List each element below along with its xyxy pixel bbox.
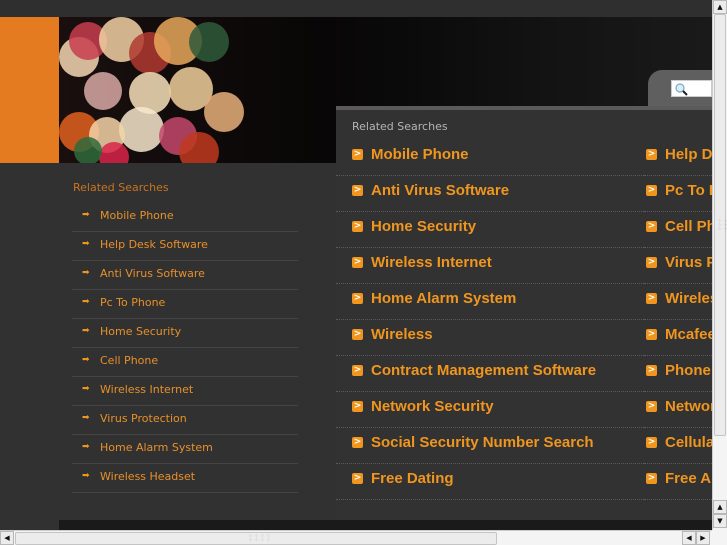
sidebar-item[interactable]: ➡ Pc To Phone [72,290,298,319]
top-bar [0,0,712,17]
search-result-link[interactable]: Free Dating [371,470,454,487]
search-result-item[interactable]: > Free Dating [336,464,656,500]
scroll-left-icon[interactable]: ◀ [682,531,696,545]
horizontal-scroll-thumb[interactable]: ⁘⁘⁘⁘ ⁘⁘⁘⁘ [15,532,497,545]
orange-arrow-box-icon: > [352,257,363,268]
orange-arrow-box-icon: > [352,149,363,160]
footer-bar [59,520,712,530]
orange-arrow-box-icon: > [646,473,657,484]
scroll-right-icon[interactable]: ▶ [696,531,710,545]
pointing-hand-icon: ➡ [82,239,90,249]
sidebar-title: Related Searches [73,181,169,194]
horizontal-scrollbar[interactable]: ◀ ⁘⁘⁘⁘ ⁘⁘⁘⁘ ◀ ▶ [0,530,712,545]
panel-title: Related Searches [352,120,448,133]
scroll-left-icon[interactable]: ◀ [0,531,14,545]
orange-arrow-box-icon: > [646,149,657,160]
results-column-left: > Mobile Phone > Anti Virus Software > Home… [336,140,656,500]
orange-arrow-box-icon: > [352,293,363,304]
scroll-down-icon[interactable]: ▼ [713,514,727,528]
search-result-item[interactable]: > Contract Management Software [336,356,656,392]
search-result-item[interactable]: > Anti Virus Software [336,176,656,212]
vertical-scroll-thumb[interactable]: ⁘⁘⁘⁘⁘⁘ [714,14,727,436]
orange-arrow-box-icon: > [352,221,363,232]
search-result-link[interactable]: Home Alarm System [371,290,516,307]
sidebar-link[interactable]: Wireless Internet [100,383,193,396]
sidebar-link[interactable]: Cell Phone [100,354,158,367]
pointing-hand-icon: ➡ [82,210,90,220]
scroll-up-icon[interactable]: ▲ [713,0,727,14]
search-result-item[interactable]: > Home Security [336,212,656,248]
search-result-link[interactable]: Anti Virus Software [371,182,509,199]
scrollbar-corner [712,530,727,545]
sidebar-link[interactable]: Pc To Phone [100,296,165,309]
sidebar-item[interactable]: ➡ Mobile Phone [72,203,298,232]
sidebar-link[interactable]: Help Desk Software [100,238,208,251]
sidebar-item[interactable]: ➡ Anti Virus Software [72,261,298,290]
sidebar-list: ➡ Mobile Phone ➡ Help Desk Software ➡ Anti … [72,203,298,493]
search-input[interactable] [671,80,712,97]
orange-arrow-box-icon: > [352,401,363,412]
pointing-hand-icon: ➡ [82,413,90,423]
pointing-hand-icon: ➡ [82,268,90,278]
search-result-item[interactable]: > Home Alarm System [336,284,656,320]
search-result-link[interactable]: Mcafee [665,326,716,343]
sidebar-item[interactable]: ➡ Help Desk Software [72,232,298,261]
search-result-link[interactable]: Home Security [371,218,476,235]
orange-arrow-box-icon: > [646,293,657,304]
pointing-hand-icon: ➡ [82,471,90,481]
sidebar-item[interactable]: ➡ Wireless Headset [72,464,298,493]
pointing-hand-icon: ➡ [82,326,90,336]
related-searches-panel: Related Searches > Mobile Phone > Anti Vir… [336,106,724,520]
orange-arrow-box-icon: > [646,437,657,448]
pointing-hand-icon: ➡ [82,297,90,307]
sidebar-link[interactable]: Wireless Headset [100,470,195,483]
search-result-item[interactable]: > Network Security [336,392,656,428]
orange-accent-block [0,17,59,163]
orange-arrow-box-icon: > [352,365,363,376]
grip-icon: ⁘⁘⁘⁘ ⁘⁘⁘⁘ [248,533,273,544]
orange-arrow-box-icon: > [352,329,363,340]
search-result-link[interactable]: Wireless [371,326,433,343]
orange-arrow-box-icon: > [646,221,657,232]
search-result-link[interactable]: Social Security Number Search [371,434,594,451]
sidebar-link[interactable]: Mobile Phone [100,209,174,222]
sidebar-link[interactable]: Home Security [100,325,181,338]
grip-icon: ⁘⁘⁘⁘⁘⁘ [717,218,727,233]
orange-arrow-box-icon: > [646,365,657,376]
vertical-scrollbar[interactable]: ▲ ⁘⁘⁘⁘⁘⁘ ▲ ▼ [712,0,727,530]
sidebar-item[interactable]: ➡ Cell Phone [72,348,298,377]
orange-arrow-box-icon: > [646,329,657,340]
scroll-up-icon[interactable]: ▲ [713,500,727,514]
sidebar-item[interactable]: ➡ Home Alarm System [72,435,298,464]
search-result-link[interactable]: Network Security [371,398,494,415]
search-result-item[interactable]: > Social Security Number Search [336,428,656,464]
orange-arrow-box-icon: > [352,473,363,484]
search-result-item[interactable]: > Mobile Phone [336,140,656,176]
search-result-link[interactable]: Mobile Phone [371,146,469,163]
sidebar-item[interactable]: ➡ Wireless Internet [72,377,298,406]
sidebar-item[interactable]: ➡ Home Security [72,319,298,348]
magnifier-icon[interactable] [674,82,688,96]
orange-arrow-box-icon: > [646,185,657,196]
search-result-item[interactable]: > Wireless [336,320,656,356]
sidebar-link[interactable]: Home Alarm System [100,441,213,454]
sidebar-link[interactable]: Anti Virus Software [100,267,205,280]
orange-arrow-box-icon: > [352,437,363,448]
pointing-hand-icon: ➡ [82,384,90,394]
sidebar-link[interactable]: Virus Protection [100,412,187,425]
orange-arrow-box-icon: > [646,257,657,268]
search-result-item[interactable]: > Wireless Internet [336,248,656,284]
search-result-link[interactable]: Phone [665,362,711,379]
orange-arrow-box-icon: > [646,401,657,412]
search-result-link[interactable]: Contract Management Software [371,362,596,379]
pointing-hand-icon: ➡ [82,442,90,452]
pointing-hand-icon: ➡ [82,355,90,365]
orange-arrow-box-icon: > [352,185,363,196]
search-result-link[interactable]: Wireless Internet [371,254,492,271]
sidebar-item[interactable]: ➡ Virus Protection [72,406,298,435]
